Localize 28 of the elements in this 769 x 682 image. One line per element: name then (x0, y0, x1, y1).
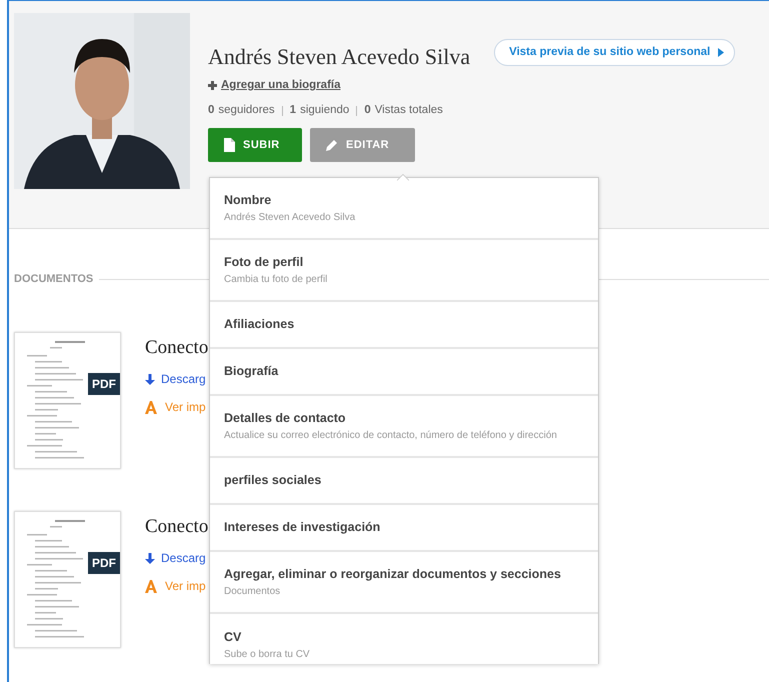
menu-item[interactable]: Intereses de investigación (210, 505, 598, 552)
file-type-badge: PDF (88, 552, 120, 574)
profile-name: Andrés Steven Acevedo Silva (208, 43, 470, 71)
document-title[interactable]: Conecto (145, 512, 208, 541)
document-thumbnail[interactable]: PDF (14, 332, 121, 468)
stat-label: siguiendo (300, 103, 350, 118)
menu-item[interactable]: Agregar, eliminar o reorganizar documentos y secciones Documentos (210, 552, 598, 614)
document-thumbnail[interactable]: PDF (14, 510, 121, 648)
download-link[interactable]: Descarg (161, 370, 206, 388)
file-type-badge: PDF (88, 372, 120, 394)
menu-item[interactable]: Nombre Andrés Steven Acevedo Silva (210, 178, 598, 240)
menu-item[interactable]: Foto de perfil Cambia tu foto de perfil (210, 240, 598, 302)
menu-item[interactable]: Afiliaciones (210, 302, 598, 349)
menu-item[interactable]: CV Sube o borra tu CV (210, 614, 598, 664)
stat-count: 0 (208, 103, 214, 118)
upload-button[interactable]: SUBIR (208, 128, 302, 162)
section-heading: DOCUMENTOS (14, 272, 94, 287)
stat-label: seguidores (218, 103, 275, 118)
stat-count: 1 (290, 103, 296, 118)
download-link[interactable]: Descarg (161, 549, 206, 567)
preview-site-button[interactable]: Vista previa de su sitio web personal (494, 39, 736, 66)
menu-item[interactable]: perfiles sociales (210, 458, 598, 505)
add-bio-link[interactable]: Agregar una biografía (221, 77, 340, 94)
document-title[interactable]: Conecto (145, 334, 208, 362)
stat-count: 0 (364, 103, 371, 118)
menu-item[interactable]: Biografía (210, 349, 598, 396)
menu-item[interactable]: Detalles de contacto Actualice su correo electrónico de contacto, número de teléfono y dirección (210, 396, 598, 458)
stat-label: Vistas totales (374, 103, 443, 118)
